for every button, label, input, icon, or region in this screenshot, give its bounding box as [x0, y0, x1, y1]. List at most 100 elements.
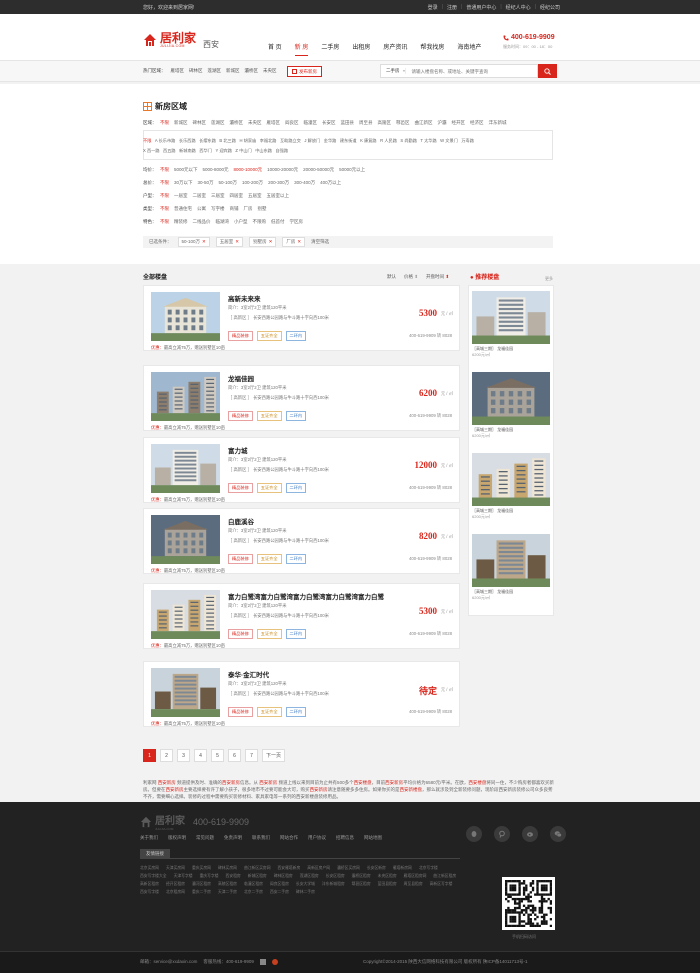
- filter-option[interactable]: 新城南路: [179, 148, 196, 154]
- filter-option[interactable]: 不限: [160, 193, 169, 199]
- filter-option[interactable]: 建东街道: [340, 138, 357, 144]
- trust-badge-icon[interactable]: [259, 959, 266, 965]
- friend-link[interactable]: 高新区房产网: [307, 866, 330, 871]
- filter-option[interactable]: J 解放门: [304, 138, 320, 144]
- filter-option[interactable]: 小户型: [234, 219, 248, 225]
- footer-link[interactable]: 网站合作: [280, 835, 298, 841]
- filter-option[interactable]: 30-50万: [198, 180, 214, 186]
- friend-link[interactable]: 长安区新房: [367, 866, 386, 871]
- recommend-photo[interactable]: [472, 453, 550, 506]
- sort-open-date[interactable]: 开盘时间 ⬍: [426, 274, 449, 280]
- listing-card[interactable]: 泰华·金汇时代 简介：3室2厅2卫 建筑120平米 ［ 高新区 ］ 长安西路公园…: [143, 661, 460, 727]
- friend-link[interactable]: 曲江新区租房: [433, 874, 456, 879]
- filter-option[interactable]: 碑林区: [193, 120, 207, 126]
- hot-area-link[interactable]: 新城区: [226, 68, 240, 74]
- recommend-photo[interactable]: [472, 291, 550, 344]
- filter-option[interactable]: 一居室: [174, 193, 188, 199]
- filter-option[interactable]: 临湖湾: [216, 219, 230, 225]
- filter-option[interactable]: 曲江新区: [415, 120, 433, 126]
- filter-option[interactable]: 高陵区: [378, 120, 392, 126]
- filter-option[interactable]: 精装修: [174, 219, 188, 225]
- friend-link[interactable]: 灞桥区租房: [352, 874, 371, 879]
- tencent-weibo-icon[interactable]: [494, 826, 510, 842]
- filter-option[interactable]: 蓝田县: [341, 120, 355, 126]
- listing-photo[interactable]: [151, 668, 220, 717]
- filter-option[interactable]: 不限: [160, 120, 169, 126]
- page-button[interactable]: 1: [143, 749, 156, 762]
- filter-option[interactable]: W 文景门: [440, 138, 458, 144]
- wechat-icon[interactable]: [550, 826, 566, 842]
- filter-option[interactable]: 别墅: [258, 206, 267, 212]
- hot-area-link[interactable]: 未央区: [263, 68, 277, 74]
- listing-name[interactable]: 龙福佳园: [228, 373, 254, 383]
- friend-link[interactable]: 天津写字楼: [174, 874, 193, 879]
- close-icon[interactable]: ✕: [235, 239, 239, 245]
- filter-option[interactable]: 商铺: [230, 206, 239, 212]
- register-link[interactable]: 注册: [447, 4, 457, 11]
- filter-option[interactable]: 不限: [160, 167, 169, 173]
- listing-card[interactable]: 富力白鹭湾富力白鹭湾富力白鹭湾富力白鹭湾富力白鹭 简介：3室2厅2卫 建筑120…: [143, 583, 460, 649]
- friend-link[interactable]: 长安区租房: [326, 874, 345, 879]
- footer-link[interactable]: 网站地图: [364, 835, 382, 841]
- filter-option[interactable]: 100-200万: [242, 180, 263, 186]
- filter-option[interactable]: 沪灞: [438, 120, 447, 126]
- filter-option[interactable]: 互助路立交: [280, 138, 301, 144]
- page-button[interactable]: 5: [211, 749, 224, 762]
- hot-area-link[interactable]: 雁塔区: [171, 68, 185, 74]
- listing-card[interactable]: 富力城 简介：3室2厅2卫 建筑120平米 ［ 高新区 ］ 长安西路公园路与牛斗…: [143, 437, 460, 503]
- filter-option[interactable]: 经开区: [452, 120, 466, 126]
- footer-link[interactable]: 关于我们: [140, 835, 158, 841]
- filter-option[interactable]: 300-400万: [294, 180, 315, 186]
- filter-option[interactable]: 学区房: [290, 219, 304, 225]
- filter-option[interactable]: 四居室: [230, 193, 244, 199]
- friend-link[interactable]: 西安雁塔新房: [278, 866, 301, 871]
- friend-link[interactable]: 鄠邑区租房: [352, 882, 371, 887]
- user-center-link[interactable]: 普通用户中心: [466, 4, 496, 11]
- footer-link[interactable]: 用户协议: [308, 835, 326, 841]
- friend-link[interactable]: 周至县租房: [404, 882, 423, 887]
- sort-price[interactable]: 价格 ⬍: [404, 274, 418, 280]
- filter-option[interactable]: 400万以上: [320, 180, 341, 186]
- listing-name[interactable]: 白鹿溪谷: [228, 516, 254, 526]
- weibo-icon[interactable]: [522, 826, 538, 842]
- friend-link[interactable]: 西安二手房: [270, 890, 289, 895]
- filter-option[interactable]: 5000元以下: [174, 167, 198, 173]
- filter-option[interactable]: 莲湖区: [211, 120, 225, 126]
- filter-option[interactable]: 新城区: [174, 120, 188, 126]
- filter-option[interactable]: 沣东新城: [489, 120, 507, 126]
- filter-option[interactable]: 不限: [160, 206, 169, 212]
- friend-link[interactable]: 西安租房: [226, 874, 241, 879]
- filter-option[interactable]: 长乐西路: [179, 138, 196, 144]
- search-button[interactable]: [538, 64, 557, 78]
- filter-option[interactable]: 不限: [160, 180, 169, 186]
- listing-photo[interactable]: [151, 372, 220, 421]
- login-link[interactable]: 登录: [428, 4, 438, 11]
- friend-link[interactable]: 灞桥区买房网: [337, 866, 360, 871]
- filter-option[interactable]: 5000-8000元: [203, 167, 229, 173]
- filter-option[interactable]: Y 迎宾路: [215, 148, 231, 154]
- listing-name[interactable]: 富力白鹭湾富力白鹭湾富力白鹭湾富力白鹭湾富力白鹭: [228, 591, 384, 601]
- footer-link[interactable]: 常见问题: [196, 835, 214, 841]
- nav-hainan[interactable]: 海南地产: [457, 42, 481, 56]
- filter-option[interactable]: 30万以下: [174, 180, 193, 186]
- filter-option[interactable]: 幸福北路: [260, 138, 277, 144]
- filter-option[interactable]: 万寿路: [461, 138, 474, 144]
- filter-option[interactable]: 普通住宅: [174, 206, 192, 212]
- recommend-photo[interactable]: [472, 534, 550, 587]
- friend-link[interactable]: 重庆买房网: [192, 866, 211, 871]
- nav-find-home[interactable]: 帮我找房: [420, 42, 444, 56]
- publish-new-home-button[interactable]: 发布新房: [287, 66, 322, 77]
- friend-link[interactable]: 北京二手房: [244, 890, 263, 895]
- security-badge-icon[interactable]: [271, 959, 278, 965]
- qq-icon[interactable]: [466, 826, 482, 842]
- footer-link[interactable]: 招聘信息: [336, 835, 354, 841]
- filter-option[interactable]: 200-300万: [268, 180, 289, 186]
- recommend-more-link[interactable]: 更多: [545, 276, 553, 282]
- listing-photo[interactable]: [151, 444, 220, 493]
- filter-option[interactable]: 五居室: [248, 193, 262, 199]
- filter-option[interactable]: 厂房: [244, 206, 253, 212]
- friend-link[interactable]: 经开区租房: [166, 882, 185, 887]
- listing-card[interactable]: 龙福佳园 简介：3室2厅2卫 建筑120平米 ［ 高新区 ］ 长安西路公园路与牛…: [143, 365, 460, 431]
- close-icon[interactable]: ✕: [202, 239, 206, 245]
- nav-new-homes[interactable]: 新 房: [294, 42, 309, 56]
